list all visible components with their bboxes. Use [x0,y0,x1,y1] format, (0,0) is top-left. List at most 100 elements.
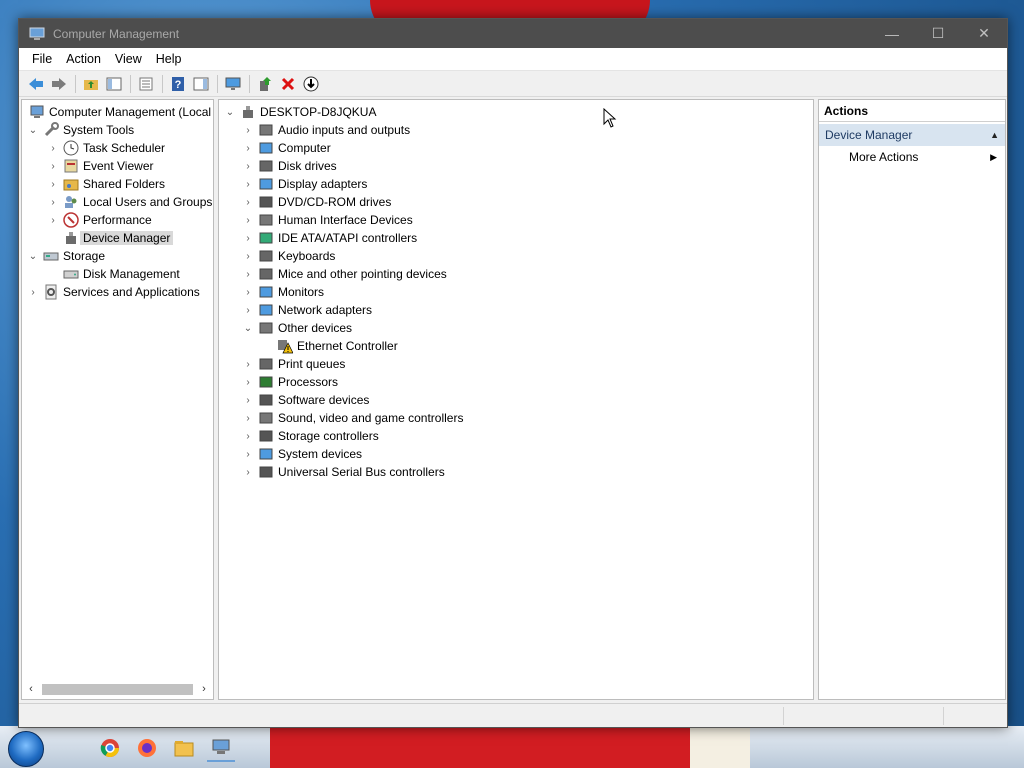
chevron-right-icon[interactable]: › [241,159,255,173]
tree-item-storage[interactable]: ⌄ Storage [26,247,105,265]
export-list-button[interactable] [135,73,157,95]
chevron-right-icon[interactable]: › [46,195,60,209]
clock-icon [63,140,79,156]
device-category-processors[interactable]: › Processors [241,373,338,391]
uninstall-device-button[interactable] [277,73,299,95]
device-category-print-queues[interactable]: › Print queues [241,355,345,373]
up-one-level-button[interactable] [80,73,102,95]
tree-item-event-viewer[interactable]: › Event Viewer [46,157,153,175]
device-category-network-adapters[interactable]: › Network adapters [241,301,372,319]
chevron-right-icon[interactable]: › [241,303,255,317]
chevron-right-icon[interactable]: › [241,249,255,263]
chevron-right-icon[interactable]: › [46,177,60,191]
device-category-label: Monitors [278,285,325,299]
device-category-monitors[interactable]: › Monitors [241,283,324,301]
tree-item-shared-folders[interactable]: › Shared Folders [46,175,165,193]
device-category-label: Display adapters [278,177,368,191]
chevron-down-icon[interactable]: ⌄ [26,249,40,263]
horizontal-scrollbar[interactable]: ‹ › [24,681,211,697]
help-button[interactable]: ? [167,73,189,95]
chevron-down-icon[interactable]: ⌄ [223,105,237,119]
back-button[interactable] [25,73,47,95]
device-category-label: System devices [278,447,363,461]
chevron-down-icon[interactable]: ⌄ [241,321,255,335]
device-category-ide-ata-atapi-controllers[interactable]: › IDE ATA/ATAPI controllers [241,229,417,247]
chevron-right-icon[interactable]: › [241,375,255,389]
device-manager-icon [66,232,76,244]
device-category-disk-drives[interactable]: › Disk drives [241,157,336,175]
tree-item-device-manager[interactable]: Device Manager [60,229,174,247]
tree-item-task-scheduler[interactable]: › Task Scheduler [46,139,165,157]
menu-help[interactable]: Help [149,52,189,66]
scrollbar-thumb[interactable] [42,683,193,695]
chevron-right-icon[interactable]: › [241,141,255,155]
computer-icon [243,106,253,118]
firefox-taskbar-button[interactable] [133,734,161,762]
device-tree-root[interactable]: ⌄ DESKTOP-D8JQKUA [223,103,377,121]
forward-button[interactable] [48,73,70,95]
chevron-right-icon[interactable]: › [241,393,255,407]
device-category-universal-serial-bus-controllers[interactable]: › Universal Serial Bus controllers [241,463,444,481]
chevron-right-icon[interactable]: › [241,195,255,209]
menu-action[interactable]: Action [59,52,108,66]
menu-view[interactable]: View [108,52,149,66]
tree-item-disk-management[interactable]: Disk Management [60,265,180,283]
down-arrow-circle-icon [303,76,319,91]
device-category-mice-and-other-pointing-devices[interactable]: › Mice and other pointing devices [241,265,446,283]
chevron-right-icon[interactable]: › [241,123,255,137]
tree-item-services-applications[interactable]: › Services and Applications [26,283,200,301]
device-category-icon [259,412,273,424]
chevron-right-icon[interactable]: › [241,177,255,191]
menu-file[interactable]: File [25,52,59,66]
show-hide-console-tree-button[interactable] [103,73,125,95]
tree-item-local-users-groups[interactable]: › Local Users and Groups [46,193,212,211]
device-ethernet-controller[interactable]: Ethernet Controller [274,337,398,355]
device-category-software-devices[interactable]: › Software devices [241,391,369,409]
tree-item-performance[interactable]: › Performance [46,211,152,229]
device-category-icon [259,376,273,388]
tree-item-computer-management[interactable]: Computer Management (Local [26,103,211,121]
scroll-right-icon[interactable]: › [197,683,211,695]
tree-label-selected: Device Manager [80,231,174,245]
chevron-right-icon[interactable]: › [241,411,255,425]
device-category-human-interface-devices[interactable]: › Human Interface Devices [241,211,412,229]
more-actions-item[interactable]: More Actions ▶ [819,146,1005,168]
device-category-keyboards[interactable]: › Keyboards [241,247,335,265]
title-bar[interactable]: Computer Management — ☐ ✕ [19,19,1007,48]
computer-management-taskbar-button[interactable] [207,734,235,762]
device-category-dvd-cd-rom-drives[interactable]: › DVD/CD-ROM drives [241,193,391,211]
chevron-right-icon[interactable]: › [241,357,255,371]
update-driver-button[interactable] [254,73,276,95]
chevron-right-icon[interactable]: › [241,447,255,461]
chevron-right-icon[interactable]: › [46,141,60,155]
device-category-audio-inputs-and-outputs[interactable]: › Audio inputs and outputs [241,121,410,139]
tree-item-system-tools[interactable]: ⌄ System Tools [26,121,134,139]
chevron-right-icon[interactable]: › [241,231,255,245]
chevron-right-icon[interactable]: › [241,465,255,479]
collapse-up-icon[interactable]: ▲ [990,130,999,140]
show-action-pane-button[interactable] [190,73,212,95]
chrome-taskbar-button[interactable] [96,734,124,762]
device-category-computer[interactable]: › Computer [241,139,330,157]
device-category-display-adapters[interactable]: › Display adapters [241,175,367,193]
device-category-storage-controllers[interactable]: › Storage controllers [241,427,378,445]
chevron-right-icon[interactable]: › [241,213,255,227]
chevron-right-icon[interactable]: › [26,285,40,299]
chevron-right-icon[interactable]: › [241,429,255,443]
actions-section-device-manager[interactable]: Device Manager ▲ [819,124,1005,146]
close-button[interactable]: ✕ [961,19,1007,48]
chevron-right-icon[interactable]: › [46,159,60,173]
minimize-button[interactable]: — [869,19,915,48]
scan-hardware-button[interactable] [222,73,244,95]
device-category-sound-video-and-game-controllers[interactable]: › Sound, video and game controllers [241,409,463,427]
chevron-down-icon[interactable]: ⌄ [26,123,40,137]
chevron-right-icon[interactable]: › [46,213,60,227]
device-category-other-devices[interactable]: ⌄ Other devices [241,319,352,337]
chevron-right-icon[interactable]: › [241,267,255,281]
enable-device-button[interactable] [300,73,322,95]
scroll-left-icon[interactable]: ‹ [24,683,38,695]
chevron-right-icon[interactable]: › [241,285,255,299]
file-explorer-taskbar-button[interactable] [170,734,198,762]
maximize-button[interactable]: ☐ [915,19,961,48]
device-category-system-devices[interactable]: › System devices [241,445,362,463]
